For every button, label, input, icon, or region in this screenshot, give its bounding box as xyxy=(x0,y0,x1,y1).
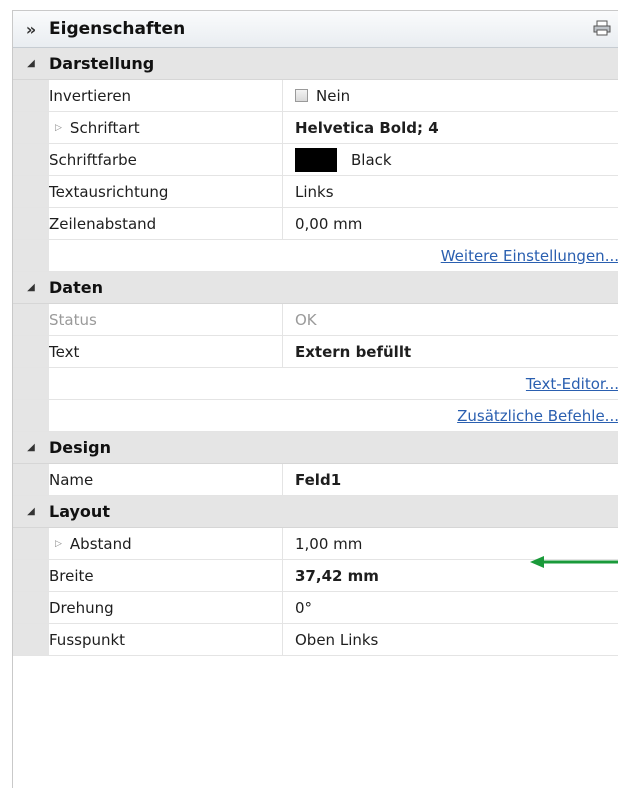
more-settings-link[interactable]: Weitere Einstellungen... xyxy=(441,247,618,265)
printer-icon[interactable] xyxy=(593,20,611,36)
row-gutter xyxy=(13,240,49,271)
link-cell: Weitere Einstellungen... xyxy=(49,240,618,271)
link-cell: Zusätzliche Befehle... xyxy=(49,400,618,431)
link-cell: Text-Editor... xyxy=(49,368,618,399)
row-gutter xyxy=(13,208,49,239)
row-gutter xyxy=(13,304,49,335)
section-title: Darstellung xyxy=(49,54,155,73)
annotation-arrow xyxy=(530,556,618,568)
row-gutter xyxy=(13,80,49,111)
property-row-schriftart[interactable]: ▷ Schriftart Helvetica Bold; 4 xyxy=(13,112,618,144)
property-label: Schriftart xyxy=(69,118,140,137)
property-label: Abstand xyxy=(69,534,132,553)
property-name: Schriftfarbe xyxy=(49,150,137,169)
link-row: Text-Editor... xyxy=(13,368,618,400)
section-darstellung[interactable]: ◢ Darstellung xyxy=(13,48,618,80)
property-row-invertieren[interactable]: Invertieren Nein xyxy=(13,80,618,112)
property-name: ▷ Schriftart xyxy=(49,112,282,143)
link-row: Zusätzliche Befehle... xyxy=(13,400,618,432)
property-row-status[interactable]: Status OK xyxy=(13,304,618,336)
property-name: Name xyxy=(49,470,94,489)
property-name: Drehung xyxy=(49,598,114,617)
property-name: Text xyxy=(49,342,80,361)
section-title: Daten xyxy=(49,278,103,297)
property-name: Zeilenabstand xyxy=(49,214,157,233)
collapse-triangle-icon[interactable]: ◢ xyxy=(13,506,49,517)
expand-triangle-icon[interactable]: ▷ xyxy=(55,539,62,549)
property-value[interactable]: Links xyxy=(283,176,618,207)
section-layout[interactable]: ◢ Layout xyxy=(13,496,618,528)
text-editor-link[interactable]: Text-Editor... xyxy=(526,375,618,393)
property-name: ▷ Abstand xyxy=(49,528,282,559)
property-name: Textausrichtung xyxy=(49,182,169,201)
checkbox-label: Nein xyxy=(316,86,351,105)
extra-commands-link[interactable]: Zusätzliche Befehle... xyxy=(457,407,618,425)
color-swatch[interactable] xyxy=(295,147,337,172)
property-row-text[interactable]: Text Extern befüllt xyxy=(13,336,618,368)
row-gutter xyxy=(13,560,49,591)
collapse-triangle-icon[interactable]: ◢ xyxy=(13,58,49,69)
property-value[interactable]: Nein xyxy=(283,80,618,111)
row-gutter xyxy=(13,464,49,495)
property-row-textausrichtung[interactable]: Textausrichtung Links xyxy=(13,176,618,208)
row-gutter xyxy=(13,144,49,175)
section-daten[interactable]: ◢ Daten xyxy=(13,272,618,304)
row-gutter xyxy=(13,336,49,367)
expand-triangle-icon[interactable]: ▷ xyxy=(55,123,62,133)
collapse-triangle-icon[interactable]: ◢ xyxy=(13,282,49,293)
property-value: OK xyxy=(295,310,317,329)
row-gutter xyxy=(13,112,49,143)
section-title: Design xyxy=(49,438,111,457)
property-value[interactable]: 0° xyxy=(283,592,618,623)
property-row-abstand[interactable]: ▷ Abstand 1,00 mm xyxy=(13,528,618,560)
property-name: Status xyxy=(49,310,97,329)
invert-checkbox[interactable] xyxy=(295,89,308,102)
panel-title: Eigenschaften xyxy=(49,19,186,39)
row-gutter xyxy=(13,176,49,207)
property-row-zeilenabstand[interactable]: Zeilenabstand 0,00 mm xyxy=(13,208,618,240)
property-value[interactable]: Extern befüllt xyxy=(283,336,618,367)
link-row: Weitere Einstellungen... xyxy=(13,240,618,272)
row-gutter xyxy=(13,592,49,623)
property-value[interactable]: Black xyxy=(283,144,618,175)
property-name: Fusspunkt xyxy=(49,630,126,649)
row-gutter xyxy=(13,368,49,399)
section-title: Layout xyxy=(49,502,110,521)
property-value[interactable]: 0,00 mm xyxy=(283,208,618,239)
property-value[interactable]: Feld1 xyxy=(283,464,618,495)
properties-panel: » Eigenschaften ◢ Darstellung Invertiere… xyxy=(12,10,618,788)
color-name: Black xyxy=(351,150,392,169)
row-gutter xyxy=(13,624,49,655)
row-gutter xyxy=(13,528,49,559)
property-row-breite[interactable]: Breite 37,42 mm xyxy=(13,560,618,592)
property-row-fusspunkt[interactable]: Fusspunkt Oben Links xyxy=(13,624,618,656)
property-row-drehung[interactable]: Drehung 0° xyxy=(13,592,618,624)
panel-header: » Eigenschaften xyxy=(13,11,618,48)
property-name: Invertieren xyxy=(49,86,132,105)
collapse-triangle-icon[interactable]: ◢ xyxy=(13,442,49,453)
property-value[interactable]: Oben Links xyxy=(283,624,618,655)
property-row-schriftfarbe[interactable]: Schriftfarbe Black xyxy=(13,144,618,176)
collapse-icon[interactable]: » xyxy=(13,20,49,39)
section-design[interactable]: ◢ Design xyxy=(13,432,618,464)
property-value[interactable]: Helvetica Bold; 4 xyxy=(283,112,618,143)
property-row-name[interactable]: Name Feld1 xyxy=(13,464,618,496)
row-gutter xyxy=(13,400,49,431)
property-name: Breite xyxy=(49,566,94,585)
